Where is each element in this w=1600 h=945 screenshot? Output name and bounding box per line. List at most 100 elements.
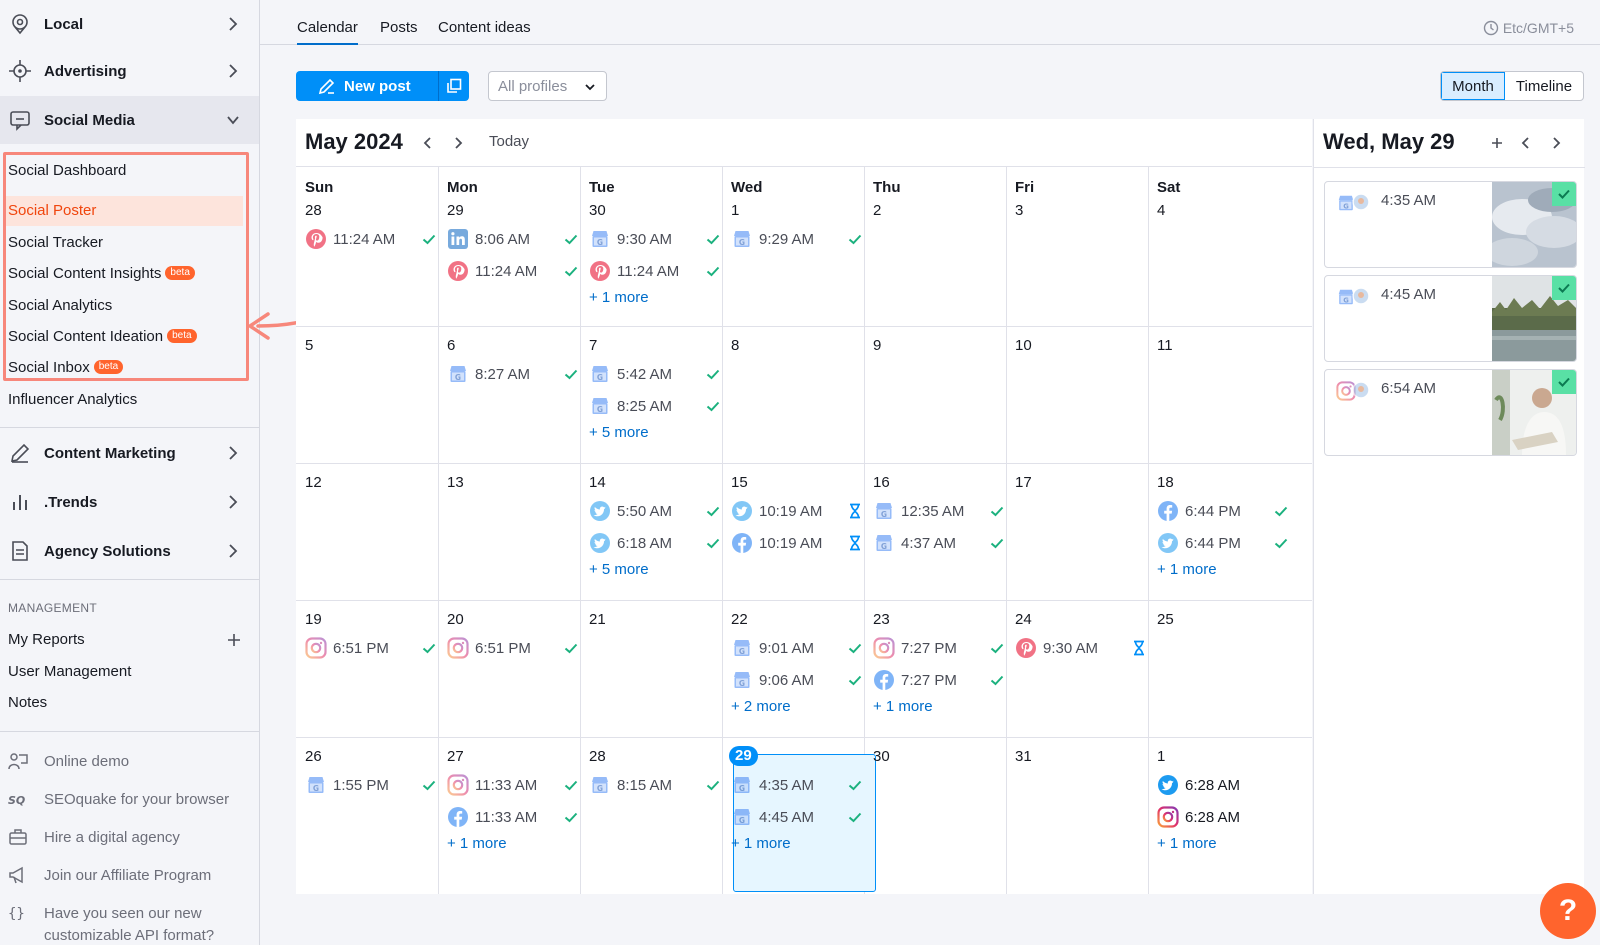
day-cell[interactable]: 20 6:51 PM <box>438 610 583 735</box>
sidebar-item-user-management[interactable]: User Management <box>8 663 131 680</box>
more-posts-link[interactable]: + 1 more <box>731 835 791 852</box>
tab-posts[interactable]: Posts <box>380 19 418 45</box>
calendar-post[interactable]: 11:24 AM <box>589 259 721 283</box>
duplicate-post-button[interactable] <box>439 71 469 101</box>
more-posts-link[interactable]: + 5 more <box>589 561 649 578</box>
help-button[interactable]: ? <box>1540 883 1596 939</box>
calendar-post[interactable]: 11:33 AM <box>447 773 579 797</box>
day-cell[interactable]: 24 9:30 AM <box>1006 610 1151 735</box>
day-cell[interactable]: 26 G 1:55 PM <box>296 747 441 892</box>
calendar-post[interactable]: G 9:29 AM <box>731 227 863 251</box>
calendar-post[interactable]: 5:50 AM <box>589 499 721 523</box>
day-cell[interactable]: 29 8:06 AM 11:24 AM <box>438 201 583 323</box>
day-cell[interactable]: 31 <box>1006 747 1151 892</box>
more-posts-link[interactable]: + 5 more <box>589 424 649 441</box>
prev-month-icon[interactable] <box>420 133 436 153</box>
day-cell[interactable]: 8 <box>722 336 867 461</box>
calendar-post[interactable]: G 1:55 PM <box>305 773 437 797</box>
day-post-card[interactable]: G 4:45 AM <box>1324 275 1577 362</box>
day-cell[interactable]: 19 6:51 PM <box>296 610 441 735</box>
day-cell[interactable]: 25 <box>1148 610 1293 735</box>
add-post-icon[interactable] <box>1489 133 1505 153</box>
day-cell[interactable]: 30 <box>864 747 1009 892</box>
day-cell[interactable]: 4 <box>1148 201 1293 323</box>
day-cell[interactable]: 30 G 9:30 AM 11:24 AM + 1 more <box>580 201 725 323</box>
calendar-post[interactable]: G 4:37 AM <box>873 531 1005 555</box>
new-post-button[interactable]: New post <box>296 71 438 101</box>
calendar-post[interactable]: 6:28 AM <box>1157 805 1289 829</box>
calendar-post[interactable]: 10:19 AM <box>731 499 863 523</box>
day-cell[interactable]: 1 6:28 AM 6:28 AM + 1 more <box>1148 747 1293 892</box>
day-cell[interactable]: 28 G 8:15 AM <box>580 747 725 892</box>
calendar-post[interactable]: 11:24 AM <box>305 227 437 251</box>
day-cell[interactable]: 17 <box>1006 473 1151 598</box>
calendar-post[interactable]: 6:44 PM <box>1157 499 1289 523</box>
day-cell[interactable]: 18 6:44 PM 6:44 PM + 1 more <box>1148 473 1293 598</box>
nav-advertising[interactable]: Advertising <box>0 47 259 95</box>
view-timeline-button[interactable]: Timeline <box>1505 72 1583 100</box>
calendar-post[interactable]: 6:28 AM <box>1157 773 1289 797</box>
next-month-icon[interactable] <box>450 133 466 153</box>
calendar-post[interactable]: G 8:27 AM <box>447 362 579 386</box>
day-cell[interactable]: 7 G 5:42 AM G 8:25 AM + 5 more <box>580 336 725 461</box>
calendar-post[interactable]: G 9:30 AM <box>589 227 721 251</box>
nav-social-media[interactable]: Social Media <box>0 96 259 144</box>
more-posts-link[interactable]: + 1 more <box>873 698 933 715</box>
calendar-post[interactable]: 6:51 PM <box>305 636 437 660</box>
nav-local[interactable]: Local <box>0 0 259 48</box>
tab-content-ideas[interactable]: Content ideas <box>438 19 531 45</box>
more-posts-link[interactable]: + 1 more <box>1157 561 1217 578</box>
calendar-post[interactable]: 6:18 AM <box>589 531 721 555</box>
more-posts-link[interactable]: + 1 more <box>589 289 649 306</box>
calendar-post[interactable]: G 5:42 AM <box>589 362 721 386</box>
calendar-post[interactable]: G 12:35 AM <box>873 499 1005 523</box>
calendar-post[interactable]: 10:19 AM <box>731 531 863 555</box>
calendar-post[interactable]: G 9:06 AM <box>731 668 863 692</box>
calendar-post[interactable]: 6:44 PM <box>1157 531 1289 555</box>
calendar-post[interactable]: G 4:45 AM <box>731 805 863 829</box>
nav-content-marketing[interactable]: Content Marketing <box>0 429 259 477</box>
more-posts-link[interactable]: + 1 more <box>447 835 507 852</box>
add-icon[interactable] <box>227 633 241 647</box>
day-cell[interactable]: 13 <box>438 473 583 598</box>
day-cell[interactable]: 27 11:33 AM 11:33 AM + 1 more <box>438 747 583 892</box>
calendar-post[interactable]: 7:27 PM <box>873 668 1005 692</box>
day-cell[interactable]: 11 <box>1148 336 1293 461</box>
next-day-icon[interactable] <box>1548 133 1564 153</box>
day-post-card[interactable]: G 4:35 AM <box>1324 181 1577 268</box>
day-cell[interactable]: 10 <box>1006 336 1151 461</box>
today-button[interactable]: Today <box>489 133 529 150</box>
day-cell[interactable]: 1 G 9:29 AM <box>722 201 867 323</box>
day-cell[interactable]: 23 7:27 PM 7:27 PM + 1 more <box>864 610 1009 735</box>
calendar-post[interactable]: G 8:15 AM <box>589 773 721 797</box>
day-cell[interactable]: 15 10:19 AM 10:19 AM <box>722 473 867 598</box>
day-cell[interactable]: 29 G 4:35 AM G 4:45 AM + 1 more <box>722 746 867 892</box>
day-cell[interactable]: 22 G 9:01 AM G 9:06 AM + 2 more <box>722 610 867 735</box>
day-cell[interactable]: 2 <box>864 201 1009 323</box>
calendar-post[interactable]: G 9:01 AM <box>731 636 863 660</box>
calendar-post[interactable]: G 4:35 AM <box>731 773 863 797</box>
timezone-indicator[interactable]: Etc/GMT+5 <box>1483 20 1574 36</box>
nav-trends[interactable]: .Trends <box>0 478 259 526</box>
calendar-post[interactable]: 9:30 AM <box>1015 636 1147 660</box>
more-posts-link[interactable]: + 1 more <box>1157 835 1217 852</box>
day-cell[interactable]: 6 G 8:27 AM <box>438 336 583 461</box>
calendar-post[interactable]: 11:33 AM <box>447 805 579 829</box>
sidebar-item-notes[interactable]: Notes <box>8 694 47 711</box>
day-cell[interactable]: 28 11:24 AM <box>296 201 441 323</box>
calendar-post[interactable]: G 8:25 AM <box>589 394 721 418</box>
day-cell[interactable]: 21 <box>580 610 725 735</box>
sidebar-item-influencer-analytics[interactable]: Influencer Analytics <box>8 390 137 410</box>
more-posts-link[interactable]: + 2 more <box>731 698 791 715</box>
nav-agency-solutions[interactable]: Agency Solutions <box>0 527 259 575</box>
day-cell[interactable]: 3 <box>1006 201 1151 323</box>
calendar-post[interactable]: 7:27 PM <box>873 636 1005 660</box>
sidebar-item-my-reports[interactable]: My Reports <box>8 631 85 648</box>
profiles-select[interactable]: All profiles <box>488 71 607 101</box>
view-month-button[interactable]: Month <box>1441 72 1505 100</box>
calendar-post[interactable]: 11:24 AM <box>447 259 579 283</box>
calendar-post[interactable]: 6:51 PM <box>447 636 579 660</box>
prev-day-icon[interactable] <box>1518 133 1534 153</box>
day-cell[interactable]: 9 <box>864 336 1009 461</box>
tab-calendar[interactable]: Calendar <box>297 19 358 45</box>
